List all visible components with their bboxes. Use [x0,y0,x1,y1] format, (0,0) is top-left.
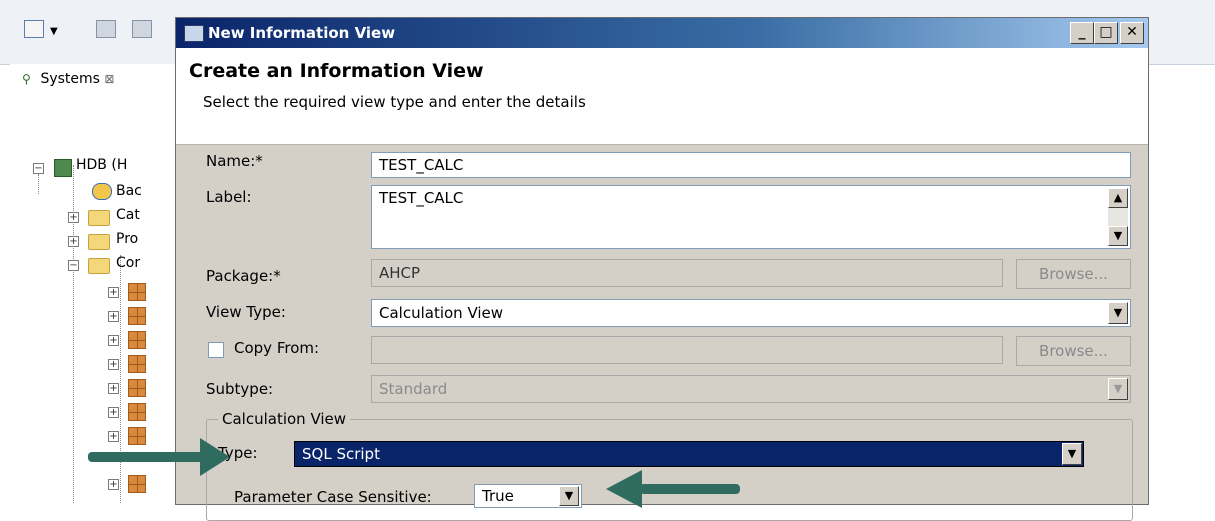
package-label: Package:* [206,267,281,285]
tree-item-backup[interactable]: Bac [116,183,142,199]
view-icon[interactable] [128,379,146,397]
tree-item-provisioning[interactable]: Pro [116,231,138,247]
tree-connector [38,174,39,194]
subtype-value: Standard [379,380,448,398]
view-icon[interactable] [128,355,146,373]
copy-from-field[interactable] [371,336,1003,364]
chevron-down-icon: ▼ [1108,378,1128,400]
chevron-down-icon[interactable]: ▼ [559,486,579,506]
view-icon[interactable] [128,475,146,493]
expand-toggle[interactable]: + [108,431,119,442]
systems-icon: ⚲ [22,72,31,86]
subtype-select[interactable]: Standard ▼ [371,375,1131,403]
arrow-head-right-icon [200,438,230,476]
view-type-label: View Type: [206,303,286,321]
expand-toggle[interactable]: + [68,212,79,223]
system-icon [54,159,72,177]
tree-item-system[interactable]: HDB (H [76,157,127,173]
copy-from-label: Copy From: [234,339,320,357]
collapse-toggle[interactable]: − [68,260,79,271]
copy-from-checkbox[interactable] [208,342,224,358]
new-wizard-icon[interactable] [24,20,44,38]
view-icon[interactable] [128,307,146,325]
tree-item-content[interactable]: Cor [116,255,140,271]
view-type-select[interactable]: Calculation View ▼ [371,299,1131,327]
folder-icon [88,258,110,274]
parameter-case-sensitive-select[interactable]: True ▼ [474,484,582,508]
type-select[interactable]: SQL Script ▼ [294,441,1084,467]
save-all-icon[interactable] [132,20,152,38]
folder-icon [88,234,110,250]
systems-view-panel [10,64,175,503]
close-button[interactable]: ✕ [1120,22,1144,44]
name-field[interactable]: TEST_CALC [371,152,1131,178]
dialog-banner: Create an Information View Select the re… [176,48,1148,145]
view-icon[interactable] [128,427,146,445]
chevron-down-icon[interactable]: ▼ [1108,302,1128,324]
dialog-title-bar[interactable]: New Information View _ □ ✕ [176,18,1148,48]
expand-toggle[interactable]: + [108,383,119,394]
package-browse-button[interactable]: Browse... [1016,259,1131,289]
annotation-arrow-parameter [640,484,740,494]
new-information-view-dialog: New Information View _ □ ✕ Create an Inf… [175,17,1149,521]
backup-icon [92,183,112,200]
label-field-text: TEST_CALC [379,189,464,207]
label-label: Label: [206,188,252,206]
calculation-view-group-title: Calculation View [218,410,351,428]
close-icon[interactable]: ⊠ [104,72,114,86]
subtype-label: Subtype: [206,380,274,398]
save-icon[interactable] [96,20,116,38]
systems-tab-label: Systems [40,71,100,87]
expand-toggle[interactable]: + [108,407,119,418]
banner-subtitle: Select the required view type and enter … [203,93,586,111]
view-icon[interactable] [128,403,146,421]
type-value: SQL Script [302,445,380,463]
chevron-down-icon[interactable]: ▼ [1062,443,1082,465]
folder-icon [88,210,110,226]
view-type-value: Calculation View [379,304,504,322]
view-icon[interactable] [128,331,146,349]
chevron-down-icon[interactable]: ▼ [50,26,58,42]
scrollbar-track[interactable] [1108,208,1128,226]
expand-toggle[interactable]: + [108,311,119,322]
copy-from-browse-button[interactable]: Browse... [1016,336,1131,366]
expand-toggle[interactable]: + [68,236,79,247]
dialog-title: New Information View [208,24,396,42]
systems-tab[interactable]: ⚲ Systems ⊠ [22,64,114,94]
package-field[interactable]: AHCP [371,259,1003,287]
banner-title: Create an Information View [189,60,484,82]
parameter-case-sensitive-value: True [482,487,514,505]
dialog-window-icon [184,25,204,42]
name-label: Name:* [206,152,263,170]
maximize-button[interactable]: □ [1094,22,1118,44]
expand-toggle[interactable]: + [108,287,119,298]
minimize-button[interactable]: _ [1070,22,1094,44]
scroll-down-icon[interactable]: ▼ [1108,226,1128,246]
annotation-arrow-type [88,452,208,462]
tree-connector [120,255,121,503]
expand-toggle[interactable]: + [108,359,119,370]
view-icon[interactable] [128,283,146,301]
arrow-head-left-icon [606,470,642,508]
label-field[interactable]: TEST_CALC ▲ ▼ [371,185,1131,249]
scroll-up-icon[interactable]: ▲ [1108,188,1128,208]
tree-item-catalog[interactable]: Cat [116,207,140,223]
expand-toggle[interactable]: + [108,335,119,346]
collapse-toggle[interactable]: − [33,163,44,174]
expand-toggle[interactable]: + [108,479,119,490]
parameter-case-sensitive-label: Parameter Case Sensitive: [234,488,432,506]
